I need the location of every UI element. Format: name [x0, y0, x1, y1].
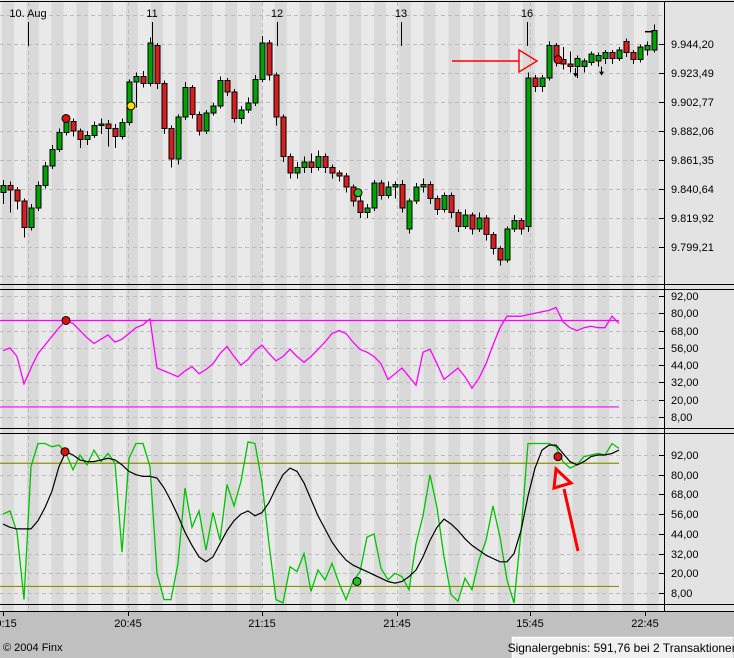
- signal-result-text: Signalergebnis: 591,76 bei 2 Transaktion…: [508, 641, 734, 655]
- stoch-axis-label: 80,00: [671, 470, 699, 482]
- candlestick-bar: [183, 82, 188, 120]
- candlestick-bar: [505, 226, 510, 262]
- session-stripes: [0, 1, 664, 611]
- date-axis-label: 11: [146, 8, 157, 20]
- rsi-axis-label: 20,00: [671, 395, 699, 407]
- chart-canvas[interactable]: 9.944,20 9.923,49 9.902,77 9.882,06 9.861,35…: [0, 0, 734, 658]
- signal-marker-green: [354, 189, 362, 197]
- signal-marker-green: [353, 578, 361, 586]
- candlestick-bar: [29, 204, 34, 231]
- date-axis-label: 10. Aug: [9, 8, 46, 20]
- candlestick-bar: [36, 181, 41, 210]
- price-axis-label: 9.799,21: [671, 242, 714, 254]
- candlestick-bar: [204, 110, 209, 134]
- trading-chart-window: 9.944,20 9.923,49 9.902,77 9.882,06 9.861,35…: [0, 0, 734, 658]
- date-axis-label: 13: [395, 8, 407, 20]
- rsi-axis-label: 56,00: [671, 343, 699, 355]
- signal-marker-yellow: [127, 102, 135, 110]
- time-axis-label: 15:45: [516, 618, 544, 630]
- signal-marker-red: [62, 316, 70, 324]
- candlestick-bar: [232, 89, 237, 123]
- stoch-axis-label: 68,00: [671, 489, 699, 501]
- price-axis-label: 9.819,92: [671, 213, 714, 225]
- time-axis-label: 20:15: [0, 618, 17, 630]
- stoch-axis-label: 8,00: [671, 588, 692, 600]
- price-axis-label: 9.944,20: [671, 39, 714, 51]
- signal-marker-red: [554, 56, 562, 64]
- stoch-axis-label: 32,00: [671, 549, 699, 561]
- rsi-axis-label: 68,00: [671, 326, 699, 338]
- stoch-axis-label: 92,00: [671, 450, 699, 462]
- candlestick-bar: [218, 76, 223, 108]
- candlestick-bar: [442, 193, 447, 213]
- candlestick-bar: [372, 180, 377, 211]
- stoch-axis-label: 56,00: [671, 509, 699, 521]
- date-axis-label: 16: [521, 8, 533, 20]
- price-axis-label: 9.882,06: [671, 126, 714, 138]
- signal-marker-red: [62, 114, 70, 122]
- rsi-axis-label: 32,00: [671, 377, 699, 389]
- candlestick-bar: [162, 81, 167, 134]
- stoch-axis-label: 20,00: [671, 568, 699, 580]
- candlestick-bar: [547, 41, 552, 80]
- rsi-axis-label: 92,00: [671, 291, 699, 303]
- candlestick-bar: [155, 43, 160, 89]
- candlestick-bar: [260, 36, 265, 82]
- price-axis-label: 9.861,35: [671, 155, 714, 167]
- date-axis-label: 12: [271, 8, 283, 20]
- price-axis-label: 9.840,64: [671, 184, 714, 196]
- price-axis-label: 9.923,49: [671, 68, 714, 80]
- candlestick-bar: [526, 72, 531, 232]
- rsi-axis-label: 8,00: [671, 412, 692, 424]
- rsi-axis-label: 44,00: [671, 360, 699, 372]
- stoch-axis-label: 44,00: [671, 529, 699, 541]
- candlestick-bar: [253, 75, 258, 106]
- candlestick-bar: [400, 180, 405, 212]
- candlestick-bar: [407, 198, 412, 233]
- candlestick-bar: [274, 72, 279, 125]
- signal-marker-red: [554, 453, 562, 461]
- time-axis-label: 20:45: [114, 618, 142, 630]
- time-axis-label: 22:45: [631, 618, 659, 630]
- signal-marker-red: [61, 448, 69, 456]
- candlestick-bar: [176, 114, 181, 164]
- time-axis-label: 21:45: [383, 618, 411, 630]
- candlestick-bar: [638, 44, 643, 62]
- copyright-label: © 2004 Finx: [3, 642, 63, 654]
- candlestick-bar: [43, 162, 48, 189]
- time-axis-label: 21:15: [248, 618, 276, 630]
- price-axis-label: 9.902,77: [671, 97, 714, 109]
- candlestick-bar: [281, 114, 286, 162]
- candlestick-bar: [190, 85, 195, 119]
- candlestick-bar: [267, 40, 272, 81]
- rsi-axis-label: 80,00: [671, 308, 699, 320]
